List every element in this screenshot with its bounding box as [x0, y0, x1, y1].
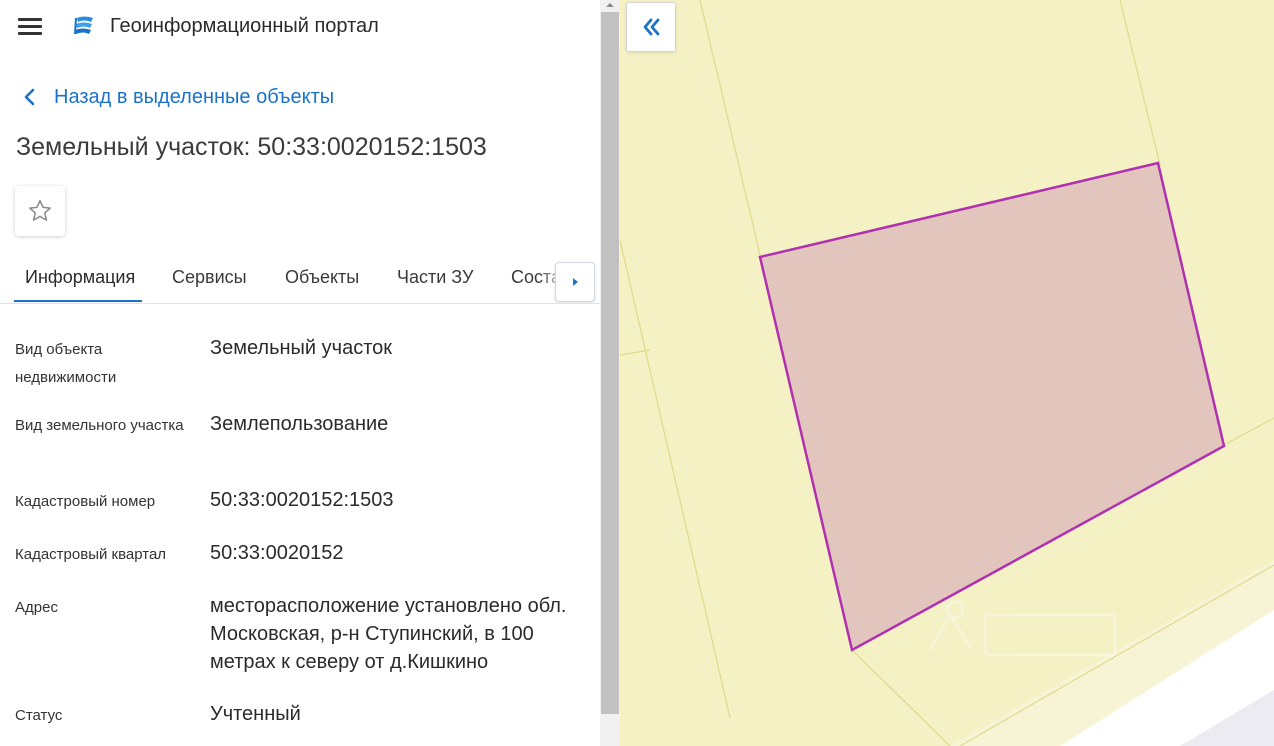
panel-scrollbar[interactable] [600, 0, 620, 746]
info-panel: Геоинформационный портал Назад в выделен… [0, 0, 600, 746]
hamburger-icon[interactable] [18, 16, 42, 36]
page-title: Земельный участок: 50:33:0020152:1503 [16, 133, 487, 161]
collapse-panel-button[interactable] [626, 2, 676, 52]
map-canvas[interactable] [620, 0, 1274, 746]
star-outline-icon [29, 199, 51, 221]
field-value: Земельный участок [210, 337, 393, 359]
favorite-button[interactable] [15, 186, 65, 236]
field-label: Статус [15, 707, 63, 724]
tab-parts[interactable]: Части ЗУ [397, 267, 473, 288]
back-to-selected-link[interactable]: Назад в выделенные объекты [20, 84, 334, 110]
scrollbar-thumb[interactable] [601, 12, 619, 714]
field-value: 50:33:0020152:1503 [210, 489, 394, 511]
field-value: Учтенный [210, 703, 301, 725]
app-title: Геоинформационный портал [110, 15, 379, 37]
portal-logo-icon [74, 16, 93, 35]
field-label: Вид земельного участка [15, 417, 184, 434]
back-link-label: Назад в выделенные объекты [54, 85, 335, 108]
map-view[interactable] [620, 0, 1274, 746]
field-label: Кадастровый номер [15, 493, 156, 510]
field-label: Кадастровый квартал [15, 546, 167, 563]
field-value: 50:33:0020152 [210, 542, 344, 564]
tab-scroll-right-button[interactable] [555, 262, 595, 302]
app: Геоинформационный портал Назад в выделен… [0, 0, 1274, 746]
top-bar: Геоинформационный портал [0, 0, 600, 52]
caret-right-icon [573, 278, 578, 286]
tab-information[interactable]: Информация [25, 267, 135, 288]
field-label: Адрес [15, 599, 58, 616]
tab-bar: Информация Сервисы Объекты Части ЗУ Сост… [0, 255, 600, 304]
tab-services[interactable]: Сервисы [172, 267, 247, 288]
field-value: Землепользование [210, 413, 389, 435]
tab-objects[interactable]: Объекты [285, 267, 359, 288]
chevron-left-icon [24, 88, 35, 106]
double-chevron-left-icon [643, 18, 660, 36]
field-value: месторасположение установлено обл. Моско… [210, 595, 567, 673]
field-label: Вид объекта недвижимости [15, 341, 117, 386]
scroll-up-arrow-icon[interactable] [604, 0, 616, 10]
active-tab-indicator [14, 300, 142, 302]
